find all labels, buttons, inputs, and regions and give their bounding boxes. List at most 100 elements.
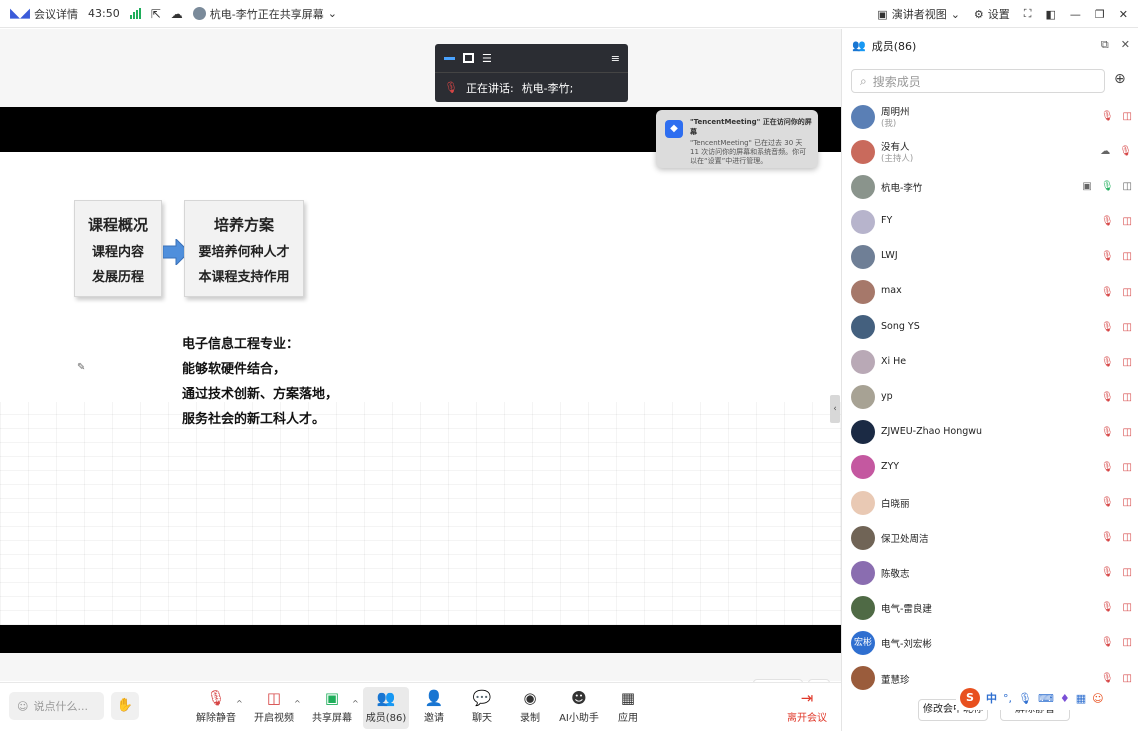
member-row[interactable]: Song YS 🎙 ◫ (842, 310, 1138, 345)
camera-off-icon[interactable]: ◫ (1123, 532, 1132, 543)
camera-off-icon[interactable]: ◫ (1123, 392, 1132, 403)
camera-off-icon[interactable]: ◫ (1123, 322, 1132, 333)
member-row[interactable]: max 🎙 ◫ (842, 274, 1138, 309)
camera-off-icon[interactable]: ◫ (1123, 637, 1132, 648)
presenter-view-dropdown[interactable]: ▣ 演讲者视图 ⌄ (877, 6, 960, 22)
close-panel-icon[interactable]: ✕ (1121, 38, 1130, 52)
mic-on-icon[interactable]: 🎙 (1101, 181, 1114, 192)
camera-off-icon[interactable]: ◫ (1123, 251, 1132, 262)
mic-off-icon[interactable]: 🎙 (1101, 673, 1114, 684)
chevron-up-icon[interactable]: ^ (352, 699, 359, 708)
chevron-down-icon: ⌄ (950, 7, 960, 21)
raise-hand-icon[interactable]: ✋ (111, 692, 139, 720)
member-row[interactable]: 杭电-李竹 ▣ 🎙 ◫ (842, 169, 1138, 204)
member-row[interactable]: ZJWEU-Zhao Hongwu 🎙 ◫ (842, 415, 1138, 450)
chevron-up-icon[interactable]: ^ (236, 699, 243, 708)
mic-off-icon[interactable]: 🎙 (1101, 567, 1114, 578)
screen-access-notification[interactable]: ◆ "TencentMeeting" 正在访问你的屏幕 "TencentMeet… (656, 110, 818, 168)
layout-single-icon[interactable] (463, 53, 474, 63)
microphone-icon[interactable]: 🎙 (1018, 692, 1032, 705)
ai-assistant-button[interactable]: ☻ AI小助手 (558, 687, 600, 729)
mic-off-icon[interactable]: 🎙 (1101, 322, 1114, 333)
mic-off-icon[interactable]: 🎙 (1101, 392, 1114, 403)
cloud-icon[interactable]: ☁ (171, 7, 183, 21)
share-screen-button[interactable]: ▣ 共享屏幕 (312, 687, 352, 729)
sogou-ime-logo[interactable]: S (960, 688, 980, 708)
close-icon[interactable]: ✕ (1119, 8, 1128, 21)
popout-panel-icon[interactable]: ⧉ (1101, 38, 1109, 52)
start-video-button[interactable]: ◫ 开启视频 (254, 687, 294, 729)
mic-off-icon[interactable]: 🎙 (1119, 146, 1132, 157)
emoji-icon: ☺ (17, 699, 29, 713)
member-row[interactable]: 周明州 (我) 🎙 ◫ (842, 99, 1138, 134)
members-button[interactable]: 👥 成员(86) (363, 687, 409, 729)
quick-chat-input[interactable]: ☺ 说点什么... (9, 692, 104, 720)
camera-off-icon[interactable]: ◫ (1123, 567, 1132, 578)
keyboard-icon[interactable]: ⌨ (1038, 692, 1054, 705)
mic-off-icon[interactable]: 🎙 (1101, 497, 1114, 508)
mic-off-icon[interactable]: 🎙 (1101, 251, 1114, 262)
panel-menu-icon[interactable]: ≡ (611, 52, 620, 65)
camera-icon[interactable]: ◫ (1123, 181, 1132, 192)
member-row[interactable]: 陈敬志 🎙 ◫ (842, 555, 1138, 590)
mic-off-icon[interactable]: 🎙 (1101, 532, 1114, 543)
settings-button[interactable]: ⚙ 设置 (974, 6, 1010, 22)
camera-off-icon[interactable]: ◫ (1123, 216, 1132, 227)
camera-off-icon[interactable]: ◫ (1123, 357, 1132, 368)
avatar (851, 139, 875, 164)
camera-off-icon[interactable]: ◫ (1123, 462, 1132, 473)
leave-meeting-button[interactable]: ⇥ 离开会议 (786, 687, 828, 729)
mic-off-icon[interactable]: 🎙 (1101, 427, 1114, 438)
presenter-view-icon: ▣ (877, 7, 888, 21)
camera-off-icon[interactable]: ◫ (1123, 673, 1132, 684)
chat-button[interactable]: 💬 聊天 (468, 687, 496, 729)
mic-off-icon[interactable]: 🎙 (1101, 602, 1114, 613)
add-member-icon[interactable]: ⊕ (1114, 71, 1126, 87)
punctuation-icon[interactable]: °, (1003, 692, 1012, 705)
record-button[interactable]: ◉ 录制 (516, 687, 544, 729)
member-row[interactable]: Xi He 🎙 ◫ (842, 345, 1138, 380)
member-row[interactable]: 白晓丽 🎙 ◫ (842, 485, 1138, 520)
layout-strip-icon[interactable] (444, 56, 455, 60)
restore-icon[interactable]: ❐ (1095, 8, 1105, 21)
skin-icon[interactable]: ♦ (1060, 692, 1070, 705)
mic-off-icon[interactable]: 🎙 (1101, 637, 1114, 648)
mic-off-icon[interactable]: 🎙 (1101, 216, 1114, 227)
ime-language-toggle[interactable]: 中 (986, 690, 997, 706)
toolbox-icon[interactable]: ▦ (1076, 692, 1086, 705)
member-row[interactable]: 电气-雷良建 🎙 ◫ (842, 590, 1138, 625)
minimize-icon[interactable]: — (1070, 8, 1081, 21)
member-search-input[interactable]: ⌕ 搜索成员 (851, 69, 1105, 93)
meeting-details-button[interactable]: ◣◢ 会议详情 (10, 6, 78, 22)
chevron-up-icon[interactable]: ^ (294, 699, 301, 708)
member-row[interactable]: ZYY 🎙 ◫ (842, 450, 1138, 485)
member-row[interactable]: FY 🎙 ◫ (842, 204, 1138, 239)
member-row[interactable]: 没有人 (主持人) ☁ 🎙 (842, 134, 1138, 169)
camera-off-icon[interactable]: ◫ (1123, 287, 1132, 298)
avatar (851, 385, 875, 410)
camera-off-icon[interactable]: ◫ (1123, 427, 1132, 438)
camera-off-icon[interactable]: ◫ (1123, 111, 1132, 122)
layout-list-icon[interactable]: ☰ (482, 52, 492, 65)
camera-off-icon[interactable]: ◫ (1123, 497, 1132, 508)
collapse-panel-handle[interactable]: ‹ (830, 395, 840, 423)
apps-button[interactable]: ▦ 应用 (616, 687, 640, 729)
fullscreen-icon[interactable]: ⛶ (1024, 7, 1032, 21)
sharing-status-dropdown[interactable]: 杭电-李竹正在共享屏幕 ⌄ (192, 6, 337, 22)
popout-icon[interactable]: ⇱ (151, 7, 161, 21)
member-row[interactable]: yp 🎙 ◫ (842, 380, 1138, 415)
member-row[interactable]: 保卫处周洁 🎙 ◫ (842, 520, 1138, 555)
mic-off-icon[interactable]: 🎙 (1101, 462, 1114, 473)
mic-off-icon[interactable]: 🎙 (1101, 287, 1114, 298)
camera-off-icon[interactable]: ◫ (1123, 602, 1132, 613)
ime-mascot-icon[interactable]: ☺ (1092, 692, 1103, 705)
mic-off-icon[interactable]: 🎙 (1101, 111, 1114, 122)
invite-button[interactable]: 👤 邀请 (420, 687, 448, 729)
sidebar-toggle-icon[interactable]: ◧ (1046, 8, 1056, 21)
member-row[interactable]: LWJ 🎙 ◫ (842, 239, 1138, 274)
avatar (851, 595, 875, 620)
mic-off-icon[interactable]: 🎙 (1101, 357, 1114, 368)
network-signal-icon[interactable] (129, 8, 141, 19)
member-row[interactable]: 宏彬 电气-刘宏彬 🎙 ◫ (842, 625, 1138, 660)
unmute-button[interactable]: 🎙 解除静音 (196, 687, 236, 729)
